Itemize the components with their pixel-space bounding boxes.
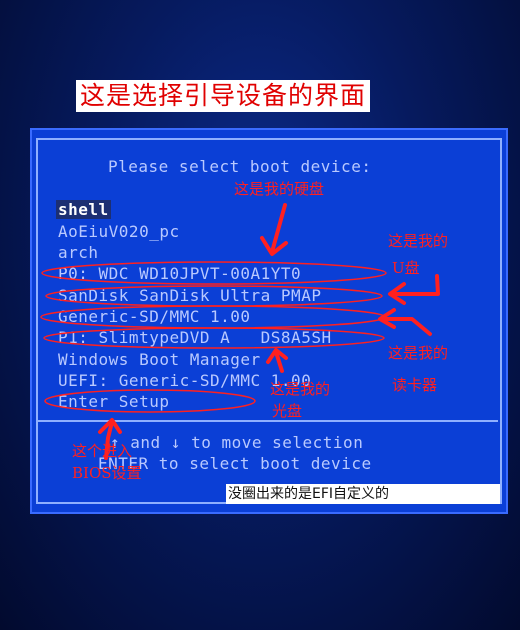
arrow-hard-disk [260,203,288,256]
usb-circle [45,285,383,307]
annotation-optical-line1: 这是我的 [270,380,331,398]
annotation-overlay [40,203,440,460]
efi-note: 没圈出来的是EFI自定义的 [226,484,500,504]
annotation-card-reader-line1: 这是我的 [388,344,449,362]
annotation-bios-line1: 这个进入 [72,442,133,460]
arrow-dvd [266,348,288,373]
annotation-usb-line2: U盘 [392,259,420,277]
annotation-hard-disk: 这是我的硬盘 [234,180,325,198]
dvd-circle [43,327,385,349]
arrow-card-reader [378,308,432,336]
annotation-bios-line2: BIOS设置 [72,464,142,482]
arrow-usb [388,274,440,305]
sd-card-circle [40,305,386,329]
annotation-optical-line2: 光盘 [272,402,303,420]
annotation-usb-line1: 这是我的 [388,232,449,250]
annotation-card-reader-line2: 读卡器 [392,376,438,394]
hard-disk-circle [41,261,387,285]
enter-setup-circle [44,389,256,413]
